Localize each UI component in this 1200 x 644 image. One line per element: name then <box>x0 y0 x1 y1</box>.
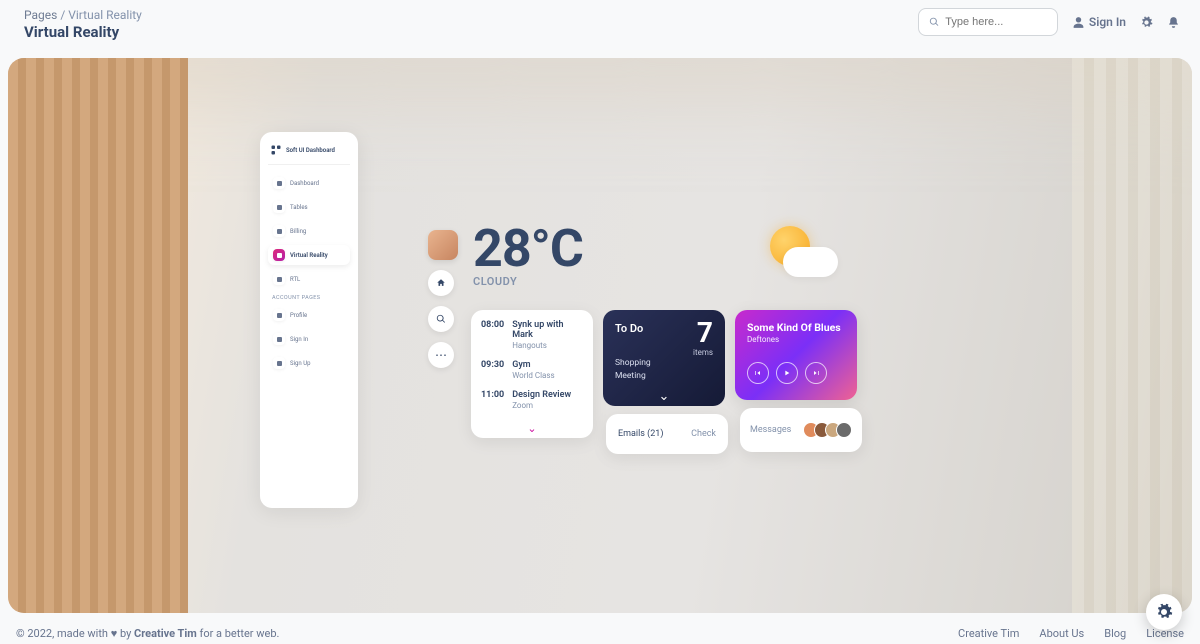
next-icon <box>812 369 820 377</box>
search-icon <box>436 314 446 324</box>
music-controls <box>747 362 845 384</box>
breadcrumb-sep: / <box>60 8 65 22</box>
sidebar-item-billing[interactable]: Billing <box>268 221 350 241</box>
weather-icon <box>758 226 838 281</box>
sidebar-item-sign-in[interactable]: Sign In <box>268 329 350 349</box>
mini-sidebar: Soft UI Dashboard Dashboard Tables Billi… <box>260 132 358 508</box>
chevron-down-icon[interactable]: ⌄ <box>471 422 593 435</box>
breadcrumb-root[interactable]: Pages <box>24 8 57 22</box>
sidebar-item-profile[interactable]: Profile <box>268 305 350 325</box>
footer-link[interactable]: About Us <box>1039 627 1084 640</box>
sidebar-logo-icon <box>270 144 282 156</box>
messages-card[interactable]: Messages <box>740 408 862 452</box>
todo-card[interactable]: To Do 7 items Shopping Meeting ⌄ <box>603 310 725 406</box>
sign-in-link[interactable]: Sign In <box>1072 15 1126 29</box>
more-button[interactable] <box>428 342 454 368</box>
schedule-item[interactable]: 11:00 Design ReviewZoom <box>481 390 583 410</box>
todo-list: Shopping Meeting <box>615 357 713 383</box>
sidebar-item-rtl[interactable]: RTL <box>268 269 350 289</box>
search-icon <box>929 16 939 28</box>
search-box[interactable] <box>918 8 1058 36</box>
home-icon <box>436 278 446 288</box>
next-button[interactable] <box>805 362 827 384</box>
emails-action[interactable]: Check <box>691 429 716 439</box>
footer-author[interactable]: Creative Tim <box>134 627 197 640</box>
weather-widget: 28°C CLOUDY <box>473 218 583 288</box>
vertical-button-stack <box>428 230 458 368</box>
home-button[interactable] <box>428 270 454 296</box>
prev-button[interactable] <box>747 362 769 384</box>
footer-link[interactable]: Creative Tim <box>958 627 1019 640</box>
vr-canvas: Soft UI Dashboard Dashboard Tables Billi… <box>8 58 1192 613</box>
schedule-item[interactable]: 08:00 Synk up with MarkHangouts <box>481 320 583 350</box>
breadcrumb-current: Virtual Reality <box>68 8 142 22</box>
footer: © 2022, made with ♥ by Creative Tim for … <box>16 627 1184 640</box>
chevron-down-icon[interactable]: ⌄ <box>603 389 725 404</box>
play-icon <box>783 369 791 377</box>
music-card: Some Kind Of Blues Deftones <box>735 310 857 400</box>
sign-in-label: Sign In <box>1089 15 1126 29</box>
sidebar-brand: Soft UI Dashboard <box>286 147 335 154</box>
top-right: Sign In <box>918 8 1180 36</box>
todo-count-label: items <box>693 348 713 357</box>
page-title: Virtual Reality <box>24 23 142 41</box>
avatar-group <box>803 422 852 438</box>
search-button[interactable] <box>428 306 454 332</box>
todo-list-item: Shopping <box>615 357 713 370</box>
top-bar: Pages / Virtual Reality Virtual Reality … <box>0 0 1200 48</box>
todo-count: 7 <box>697 316 713 349</box>
todo-list-item: Meeting <box>615 370 713 383</box>
cloud-icon <box>783 247 838 277</box>
sidebar-account-header: ACCOUNT PAGES <box>272 295 350 301</box>
settings-fab[interactable] <box>1146 594 1182 630</box>
sidebar-item-virtual-reality[interactable]: Virtual Reality <box>268 245 350 265</box>
music-title: Some Kind Of Blues <box>747 321 845 334</box>
breadcrumb: Pages / Virtual Reality <box>24 8 142 22</box>
sidebar-item-tables[interactable]: Tables <box>268 197 350 217</box>
sidebar-item-sign-up[interactable]: Sign Up <box>268 353 350 373</box>
prev-icon <box>754 369 762 377</box>
footer-links: Creative Tim About Us Blog License <box>958 627 1184 640</box>
temperature: 28°C <box>473 218 583 279</box>
gear-icon[interactable] <box>1140 16 1153 29</box>
emails-label: Emails (21) <box>618 429 664 439</box>
schedule-card: 08:00 Synk up with MarkHangouts 09:30 Gy… <box>471 310 593 438</box>
schedule-item[interactable]: 09:30 GymWorld Class <box>481 360 583 380</box>
sidebar-item-dashboard[interactable]: Dashboard <box>268 173 350 193</box>
emails-card[interactable]: Emails (21) Check <box>606 414 728 454</box>
footer-link[interactable]: Blog <box>1104 627 1126 640</box>
avatar[interactable] <box>836 422 852 438</box>
music-artist: Deftones <box>747 335 845 344</box>
avatar[interactable] <box>428 230 458 260</box>
breadcrumb-group: Pages / Virtual Reality Virtual Reality <box>24 8 142 41</box>
messages-label: Messages <box>750 425 791 435</box>
play-button[interactable] <box>776 362 798 384</box>
user-icon <box>1072 16 1085 29</box>
gear-icon <box>1155 603 1173 621</box>
bell-icon[interactable] <box>1167 16 1180 29</box>
sidebar-header: Soft UI Dashboard <box>268 142 350 165</box>
search-input[interactable] <box>945 16 1047 28</box>
footer-left: © 2022, made with ♥ by Creative Tim for … <box>16 627 279 640</box>
